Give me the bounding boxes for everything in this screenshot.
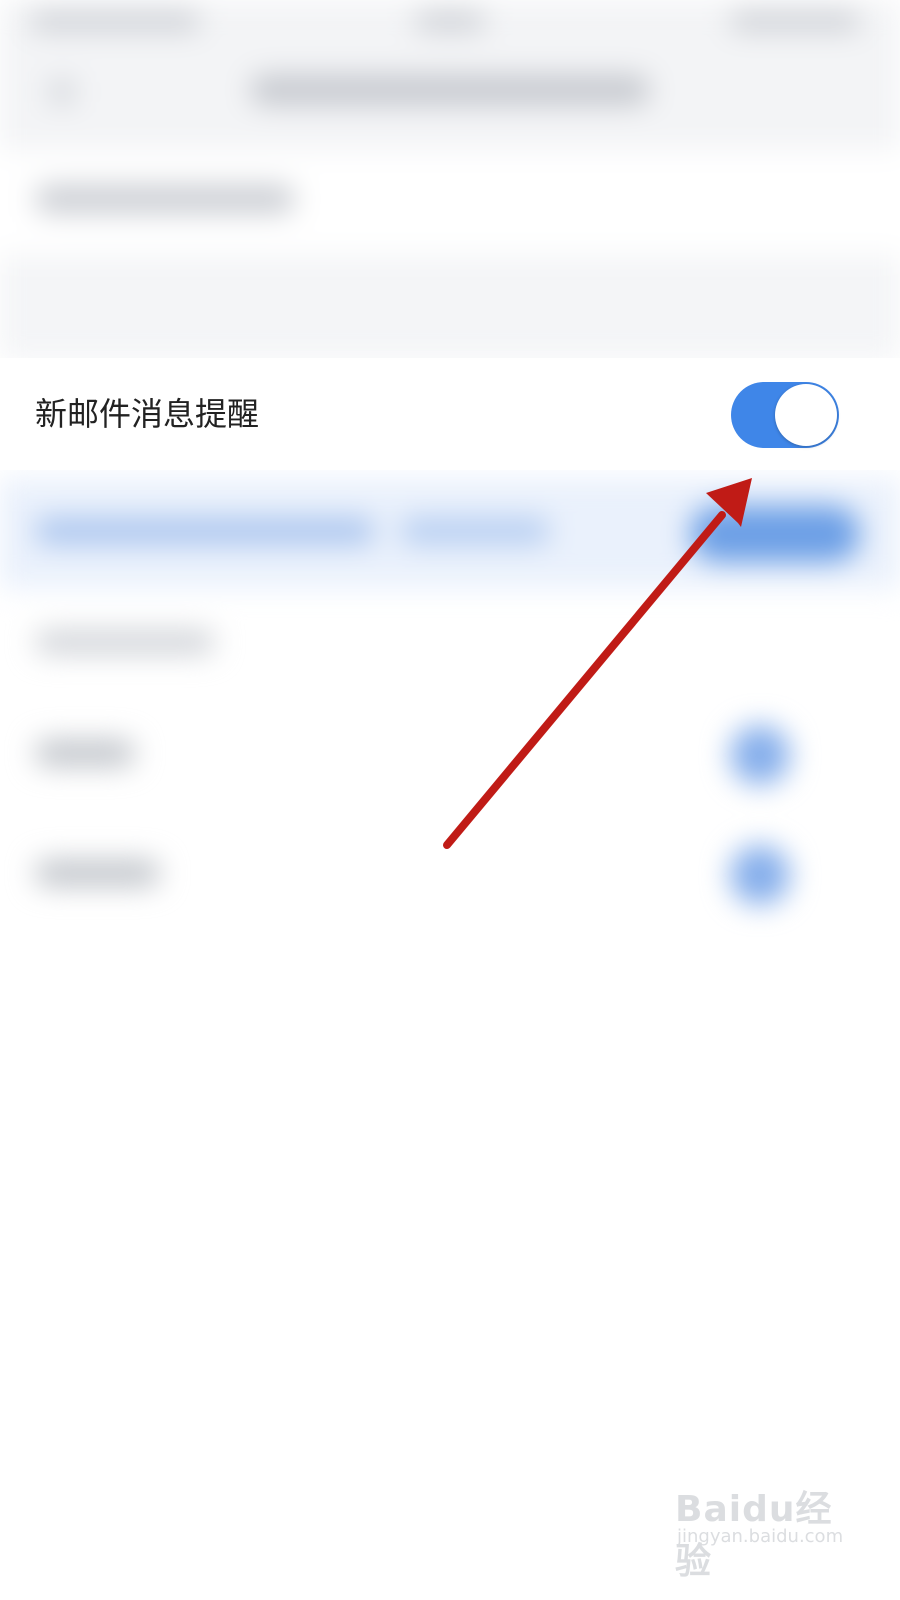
blurred-radio-icon[interactable] — [730, 725, 790, 785]
blurred-radio-icon[interactable] — [730, 845, 790, 905]
new-mail-notification-label: 新邮件消息提醒 — [35, 395, 260, 433]
blurred-banner-button[interactable] — [690, 506, 860, 562]
blurred-setting-row — [0, 150, 900, 255]
blurred-banner-text — [35, 518, 375, 544]
status-bar-left — [30, 12, 200, 30]
blurred-row-label — [35, 185, 295, 213]
page-title — [250, 75, 650, 105]
blurred-option-row[interactable] — [0, 820, 900, 930]
toggle-knob — [775, 384, 837, 446]
blurred-background — [0, 0, 900, 1100]
screen: 新邮件消息提醒 Baidu经验 jingyan.baidu.com — [0, 0, 900, 1600]
blurred-banner-link — [400, 518, 550, 544]
back-icon[interactable] — [50, 80, 74, 104]
blurred-section-header — [0, 600, 900, 690]
blurred-option-label — [35, 860, 160, 886]
nav-bar — [0, 45, 900, 150]
blurred-notice-banner — [0, 478, 900, 588]
status-bar-time — [415, 12, 485, 30]
status-bar-right — [730, 12, 860, 30]
blurred-section-label — [35, 630, 215, 654]
blurred-option-row[interactable] — [0, 700, 900, 810]
new-mail-notification-row: 新邮件消息提醒 — [0, 358, 900, 470]
baidu-jingyan-watermark: Baidu经验 jingyan.baidu.com — [675, 1470, 845, 1582]
watermark-url: jingyan.baidu.com — [677, 1526, 844, 1547]
status-bar — [0, 0, 900, 45]
section-gap — [0, 255, 900, 360]
new-mail-notification-toggle[interactable] — [731, 382, 839, 448]
blurred-option-label — [35, 740, 135, 766]
